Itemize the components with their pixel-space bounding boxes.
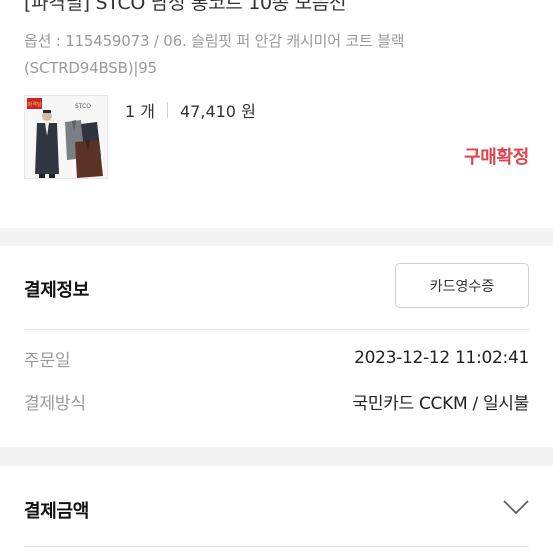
order-date-label: 주문일	[24, 350, 71, 371]
payment-info-section: 결제정보 카드영수증 주문일 2023-12-12 11:02:41 결제방식 …	[0, 246, 553, 447]
payment-method-label: 결제방식	[24, 393, 86, 414]
section-separator	[0, 447, 553, 466]
order-date-value: 2023-12-12 11:02:41	[354, 348, 529, 368]
section-separator	[0, 228, 553, 246]
thumbnail-brand: STCO	[75, 103, 91, 110]
payment-info-title: 결제정보	[24, 280, 90, 301]
quantity-price-row: 1 개 47,410 원	[125, 98, 256, 122]
divider	[24, 546, 529, 547]
product-title[interactable]: [파격딜] STCO 남성 롱코트 10종 모음전	[24, 0, 347, 15]
price: 47,410 원	[180, 102, 256, 121]
divider	[24, 329, 529, 330]
thumbnail-badge: 파격딜	[28, 101, 42, 108]
payment-method-value: 국민카드 CCKM / 일시불	[352, 393, 530, 414]
card-receipt-button[interactable]: 카드영수증	[395, 263, 529, 308]
order-status-label: 구매확정	[463, 147, 529, 168]
order-item: [파격딜] STCO 남성 롱코트 10종 모음전 옵션 : 115459073…	[0, 0, 553, 228]
product-thumbnail[interactable]: 파격딜 STCO	[24, 95, 108, 179]
payment-method-row: 결제방식 국민카드 CCKM / 일시불	[24, 389, 530, 414]
divider	[167, 102, 168, 118]
chevron-down-icon[interactable]	[503, 499, 529, 515]
order-date-row: 주문일 2023-12-12 11:02:41	[24, 346, 529, 371]
product-option: 옵션 : 115459073 / 06. 슬림핏 퍼 안감 캐시미어 코트 블랙…	[24, 32, 405, 77]
payment-amount-section[interactable]: 결제금액	[0, 466, 553, 553]
payment-amount-title: 결제금액	[24, 501, 90, 522]
quantity: 1 개	[125, 102, 155, 121]
